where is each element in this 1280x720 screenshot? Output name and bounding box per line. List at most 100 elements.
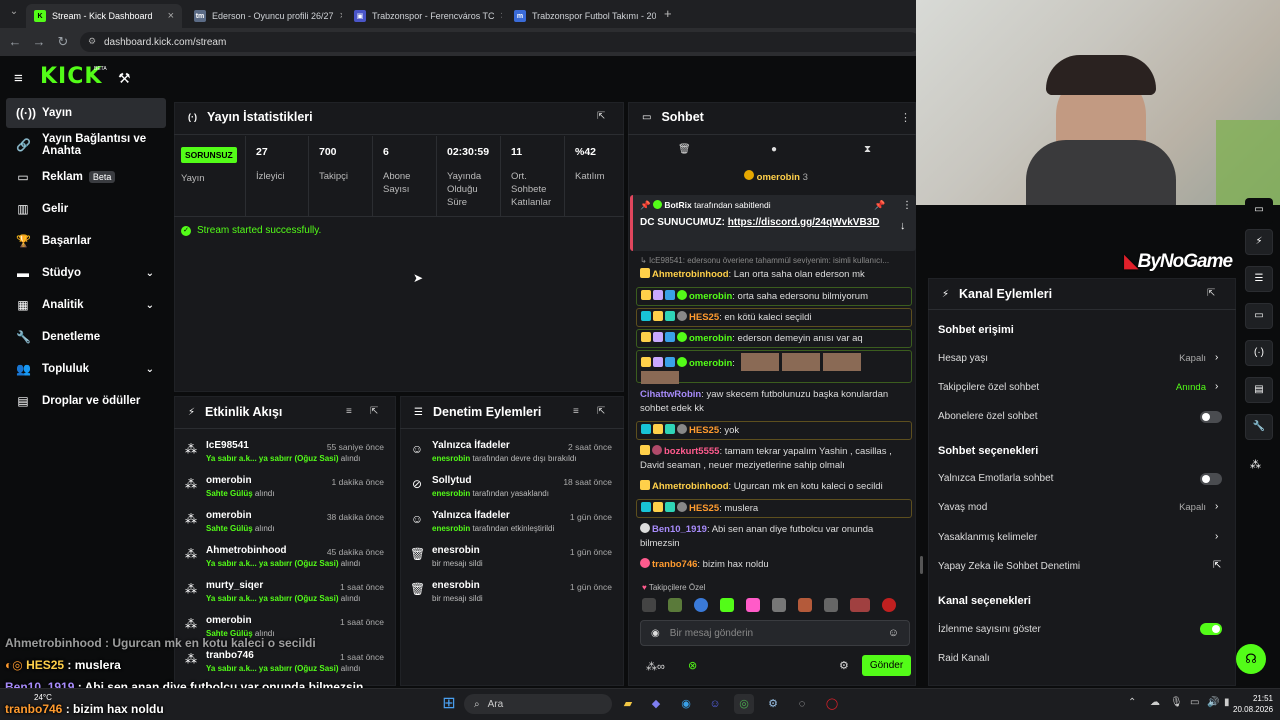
steam-icon[interactable]: ⚙ [763, 694, 783, 714]
chat-bubble-icon[interactable]: ● [771, 144, 777, 155]
emote-icon[interactable] [668, 598, 682, 612]
url-field[interactable]: dashboard.kick.com/stream [80, 32, 920, 52]
sidebar-item-stream[interactable]: ((·)) Yayın [6, 98, 166, 128]
clock[interactable]: 21:51 20.08.2026 [1233, 693, 1273, 715]
discord-icon[interactable]: ☺ [705, 694, 725, 714]
broadcast-icon[interactable]: (·) [1245, 340, 1273, 366]
tab-ederson[interactable]: tm Ederson - Oyuncu profili 26/27 × [186, 4, 342, 28]
kick-k-icon[interactable]: ⊗ [688, 659, 697, 672]
chat-settings-icon[interactable]: ◉ [651, 628, 660, 639]
emote-icon[interactable] [824, 598, 838, 612]
opera-icon[interactable]: ◯ [822, 694, 842, 714]
community-icon[interactable]: ⁂∞ [646, 660, 665, 673]
trash-icon[interactable]: 🗑 [678, 144, 691, 155]
sidebar-item-drops[interactable]: ▤ Droplar ve ödüller [6, 386, 166, 416]
chevron-right-icon[interactable]: › [1215, 381, 1218, 392]
popout-icon[interactable]: ⇱ [597, 111, 605, 122]
sidebar-item-achievements[interactable]: 🏆 Başarılar [6, 226, 166, 256]
sidebar-item-analytics[interactable]: ▦ Analitik ⌄ [6, 290, 166, 320]
followers-chat-value[interactable]: Anında [1150, 382, 1206, 393]
sidebar-item-studio[interactable]: ▬ Stüdyo ⌄ [6, 258, 166, 288]
sidebar-item-community[interactable]: 👥 Topluluk ⌄ [6, 354, 166, 384]
community-icon[interactable]: ⁂ [1250, 458, 1261, 471]
tab-trabzonspor-ferencvaros[interactable]: ▣ Trabzonspor - Ferencváros TC × [346, 4, 502, 28]
more-options-icon[interactable]: ⋮ [902, 200, 912, 211]
sidebar-item-ads[interactable]: ▭ Reklam Beta [6, 162, 166, 192]
microphone-icon[interactable]: 🎙 [1170, 697, 1183, 708]
chat-scrollbar[interactable] [920, 556, 923, 574]
account-age-value[interactable]: Kapalı [1150, 353, 1206, 364]
network-icon[interactable]: ▭ [1190, 697, 1199, 708]
popout-icon[interactable]: ⇱ [597, 406, 605, 417]
raid-label[interactable]: Raid Kanalı [938, 653, 990, 664]
chevron-right-icon[interactable]: › [1215, 531, 1218, 542]
tab-trabzonspor-team[interactable]: m Trabzonspor Futbol Takımı - 202 × [506, 4, 656, 28]
taskbar-search[interactable]: ⌕ Ara [464, 694, 612, 714]
ai-moderation-label[interactable]: Yapay Zeka ile Sohbet Denetimi [938, 561, 1080, 572]
emote-icon[interactable] [720, 598, 734, 612]
chrome-icon[interactable]: ◎ [734, 694, 754, 714]
tab-kick-dashboard[interactable]: K Stream - Kick Dashboard × [26, 4, 182, 28]
new-tab-icon[interactable]: + [664, 6, 672, 21]
emote-icon[interactable] [694, 598, 708, 612]
hourglass-icon[interactable]: ⧗ [864, 144, 871, 155]
chevron-right-icon[interactable]: › [1215, 501, 1218, 512]
app-icon[interactable]: ◌ [792, 694, 812, 714]
app-icon[interactable]: ◆ [646, 694, 666, 714]
list-icon[interactable]: ▭ [1245, 198, 1273, 224]
hammer-icon[interactable]: ⚒ [118, 70, 131, 87]
emote-icon[interactable] [772, 598, 786, 612]
external-link-icon[interactable]: ⇱ [1213, 560, 1221, 571]
battery-icon[interactable]: ▮ [1224, 697, 1230, 708]
emote-icon[interactable] [850, 598, 870, 612]
subs-chat-toggle[interactable] [1200, 411, 1222, 423]
site-info-icon[interactable]: ⚙ [88, 36, 96, 47]
arrow-down-icon[interactable]: ↓ [900, 220, 906, 232]
show-viewers-toggle[interactable] [1200, 623, 1222, 635]
file-explorer-icon[interactable]: ▰ [618, 694, 638, 714]
lightning-icon[interactable]: ⚡ [1245, 229, 1273, 255]
chevron-up-icon[interactable]: ⌃ [1128, 697, 1136, 708]
chat-input[interactable]: ◉ Bir mesaj gönderin ☺ [640, 620, 910, 646]
community-icon: ⁂ [185, 512, 197, 526]
emote-icon[interactable] [798, 598, 812, 612]
chevron-right-icon[interactable]: › [1215, 352, 1218, 363]
more-options-icon[interactable]: ⋮ [900, 111, 911, 124]
menu-icon[interactable]: ≡ [14, 70, 23, 87]
close-tab-icon[interactable]: × [340, 10, 342, 22]
close-tab-icon[interactable]: × [501, 10, 502, 22]
tab-list-icon[interactable]: ⌄ [6, 6, 22, 22]
cloud-icon[interactable]: ☁ [1150, 697, 1160, 708]
emote-only-toggle[interactable] [1200, 473, 1222, 485]
volume-icon[interactable]: 🔊 [1207, 697, 1219, 708]
edge-icon[interactable]: ◉ [676, 694, 696, 714]
windows-start-icon[interactable]: ⊞ [439, 694, 459, 714]
chat-icon[interactable]: ▭ [1245, 303, 1273, 329]
popout-icon[interactable]: ⇱ [1207, 288, 1215, 299]
filter-icon[interactable]: ≡ [346, 406, 352, 417]
weather-widget[interactable]: 24°C [34, 693, 52, 702]
list-icon[interactable]: ☰ [1245, 266, 1273, 292]
reload-icon[interactable]: ↻ [54, 33, 72, 51]
popout-icon[interactable]: ⇱ [370, 406, 378, 417]
stats-icon[interactable]: ▤ [1245, 377, 1273, 403]
back-icon[interactable]: ← [6, 33, 24, 51]
sidebar-item-stream-key[interactable]: 🔗 Yayın Bağlantısı ve Anahta [6, 130, 166, 160]
gear-icon[interactable]: ⚙ [839, 659, 849, 672]
filter-icon[interactable]: ≡ [573, 406, 579, 417]
send-button[interactable]: Gönder [862, 655, 911, 676]
emote-icon[interactable] [642, 598, 656, 612]
discord-link[interactable]: https://discord.gg/24qWvkVB3D [728, 217, 880, 228]
banned-words-label[interactable]: Yasaklanmış kelimeler [938, 532, 1037, 543]
emote-icon[interactable] [746, 598, 760, 612]
support-icon[interactable]: ☊ [1236, 644, 1266, 674]
sidebar-item-moderation[interactable]: 🔧 Denetleme [6, 322, 166, 352]
emoji-icon[interactable]: ☺ [888, 627, 899, 639]
unpin-icon[interactable]: 📌 [874, 200, 885, 211]
forward-icon[interactable]: → [30, 33, 48, 51]
sidebar-item-revenue[interactable]: ▥ Gelir [6, 194, 166, 224]
slow-mode-value[interactable]: Kapalı [1150, 502, 1206, 513]
close-tab-icon[interactable]: × [168, 10, 174, 22]
wrench-icon[interactable]: 🔧 [1245, 414, 1273, 440]
emote-icon[interactable] [882, 598, 896, 612]
